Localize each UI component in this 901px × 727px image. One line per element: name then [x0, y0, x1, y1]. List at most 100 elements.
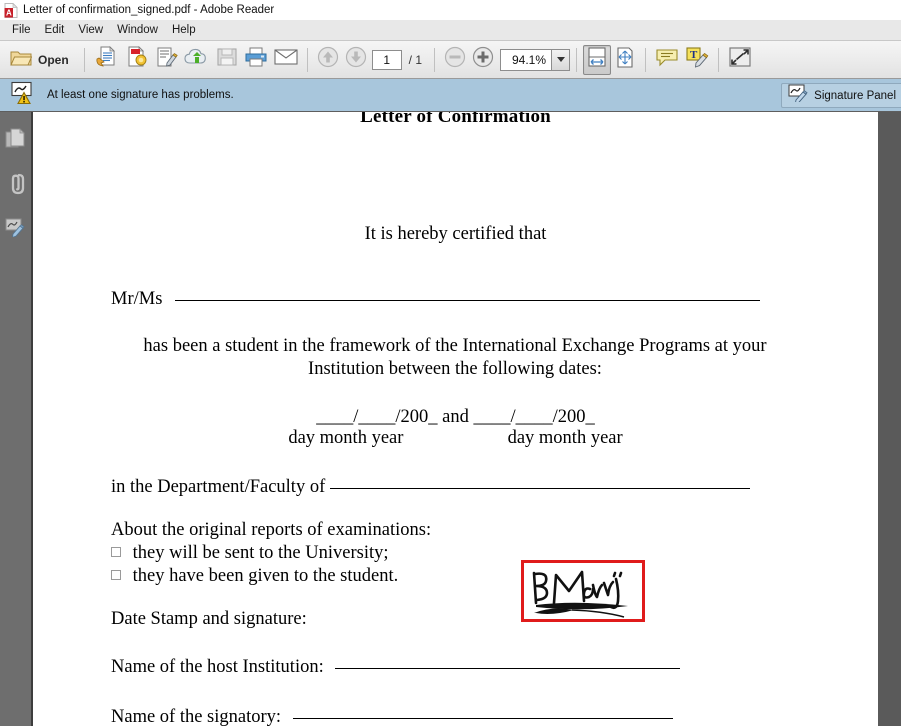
menu-edit[interactable]: Edit [38, 23, 72, 38]
attachments-icon[interactable] [3, 170, 29, 196]
save-button[interactable] [213, 45, 241, 75]
svg-text:A: A [6, 8, 12, 17]
signature-field[interactable] [521, 560, 645, 622]
fit-width-icon [586, 46, 608, 73]
signatory-label: Name of the signatory: [111, 707, 282, 726]
name-input-rule[interactable] [175, 300, 761, 301]
signature-ink [532, 570, 628, 618]
export-pdf-icon [124, 45, 148, 74]
edit-pdf-icon [154, 45, 178, 74]
department-row: in the Department/Faculty of [111, 477, 750, 498]
highlight-text-button[interactable]: T [682, 45, 712, 75]
create-pdf-icon [94, 45, 118, 74]
document-scroll-area[interactable]: Letter of Confirmation It is hereby cert… [33, 112, 901, 726]
upload-cloud-icon [184, 46, 210, 73]
exam-option-1-label: they will be sent to the University; [132, 543, 389, 563]
pdf-page: Letter of Confirmation It is hereby cert… [33, 112, 878, 726]
menu-help[interactable]: Help [165, 23, 203, 38]
toolbar-separator [645, 47, 647, 72]
page-total-label: / 1 [408, 52, 423, 67]
arrow-up-icon [317, 46, 339, 73]
zoom-level-combobox[interactable]: 94.1% [500, 48, 571, 71]
toolbar-separator [83, 47, 85, 72]
signature-warning-icon [10, 81, 36, 110]
comment-icon [655, 47, 679, 72]
menu-window[interactable]: Window [110, 23, 165, 38]
certified-line: It is hereby certified that [364, 224, 547, 244]
print-button[interactable] [241, 45, 271, 75]
document-viewer: Letter of Confirmation It is hereby cert… [0, 112, 901, 726]
minus-circle-icon [444, 46, 466, 73]
email-button[interactable] [271, 45, 301, 75]
signature-panel-label: Signature Panel [814, 89, 896, 102]
date-labels: day month year day month year [33, 428, 878, 449]
highlight-text-icon: T [685, 46, 709, 73]
window-titlebar: A Letter of confirmation_signed.pdf - Ad… [0, 0, 901, 20]
toolbar-separator [718, 47, 720, 72]
toolbar-separator [434, 47, 436, 72]
signature-notification-bar: At least one signature has problems. Sig… [0, 79, 901, 112]
edit-pdf-button[interactable] [151, 45, 181, 75]
dates-block: ____/____/200_ and ____/____/200_ day mo… [33, 407, 878, 449]
menu-file[interactable]: File [5, 23, 38, 38]
fit-width-button[interactable] [583, 44, 612, 75]
menu-view[interactable]: View [71, 23, 110, 38]
create-pdf-button[interactable] [91, 45, 121, 75]
read-mode-button[interactable] [725, 45, 755, 75]
svg-text:T: T [690, 49, 698, 61]
signatures-icon[interactable] [3, 214, 29, 240]
save-icon [216, 46, 238, 73]
signature-panel-icon [788, 84, 808, 107]
document-title: Letter of Confirmation [360, 112, 551, 127]
date-labels-first: day month year [288, 428, 404, 448]
date-line: ____/____/200_ and ____/____/200_ [316, 407, 595, 427]
email-icon [274, 48, 298, 71]
window-title: Letter of confirmation_signed.pdf - Adob… [23, 4, 275, 16]
previous-page-button[interactable] [314, 45, 342, 75]
notification-message: At least one signature has problems. [47, 89, 234, 101]
zoom-dropdown-button[interactable] [551, 49, 570, 70]
exchange-paragraph: has been a student in the framework of t… [143, 336, 767, 379]
fit-page-button[interactable] [611, 45, 639, 75]
toolbar-separator [306, 47, 308, 72]
add-sticky-note-button[interactable] [652, 45, 682, 75]
read-mode-icon [728, 46, 752, 73]
pdf-document-icon: A [4, 2, 18, 18]
date-labels-second: day month year [507, 428, 623, 448]
host-institution-row: Name of the host Institution: [111, 657, 681, 678]
exam-option-1-checkbox[interactable] [111, 547, 121, 557]
department-input-rule[interactable] [329, 488, 750, 489]
date-stamp-label: Date Stamp and signature: [111, 609, 307, 629]
open-button-label: Open [38, 52, 69, 67]
exam-option-1-row[interactable]: they will be sent to the University; [111, 543, 389, 564]
zoom-level-value: 94.1% [511, 52, 547, 67]
zoom-in-button[interactable] [469, 45, 497, 75]
signatory-input-rule[interactable] [292, 718, 673, 719]
zoom-out-button[interactable] [441, 45, 469, 75]
fit-page-icon [614, 46, 636, 73]
send-files-button[interactable] [181, 45, 213, 75]
exam-option-2-label: they have been given to the student. [132, 566, 399, 586]
arrow-down-icon [345, 46, 367, 73]
export-pdf-button[interactable] [121, 45, 151, 75]
plus-circle-icon [472, 46, 494, 73]
host-institution-label: Name of the host Institution: [111, 657, 324, 677]
host-institution-input-rule[interactable] [335, 668, 681, 669]
next-page-button[interactable] [342, 45, 370, 75]
open-button[interactable]: Open [4, 45, 78, 75]
page-number-input[interactable]: 1 [371, 49, 402, 70]
name-label: Mr/Ms [111, 289, 163, 309]
navigation-pane [0, 112, 33, 726]
signature-panel-button[interactable]: Signature Panel [781, 83, 901, 108]
print-icon [244, 46, 268, 73]
menubar: File Edit View Window Help [0, 20, 901, 41]
folder-open-icon [10, 48, 33, 72]
page-thumbnails-icon[interactable] [3, 126, 29, 152]
exam-option-2-checkbox[interactable] [111, 570, 121, 580]
exams-heading: About the original reports of examinatio… [111, 520, 432, 540]
name-field-row: Mr/Ms [111, 289, 761, 310]
exam-option-2-row[interactable]: they have been given to the student. [111, 566, 398, 587]
signatory-row: Name of the signatory: [111, 707, 673, 726]
chevron-down-icon [556, 57, 565, 62]
department-label: in the Department/Faculty of [111, 477, 326, 497]
